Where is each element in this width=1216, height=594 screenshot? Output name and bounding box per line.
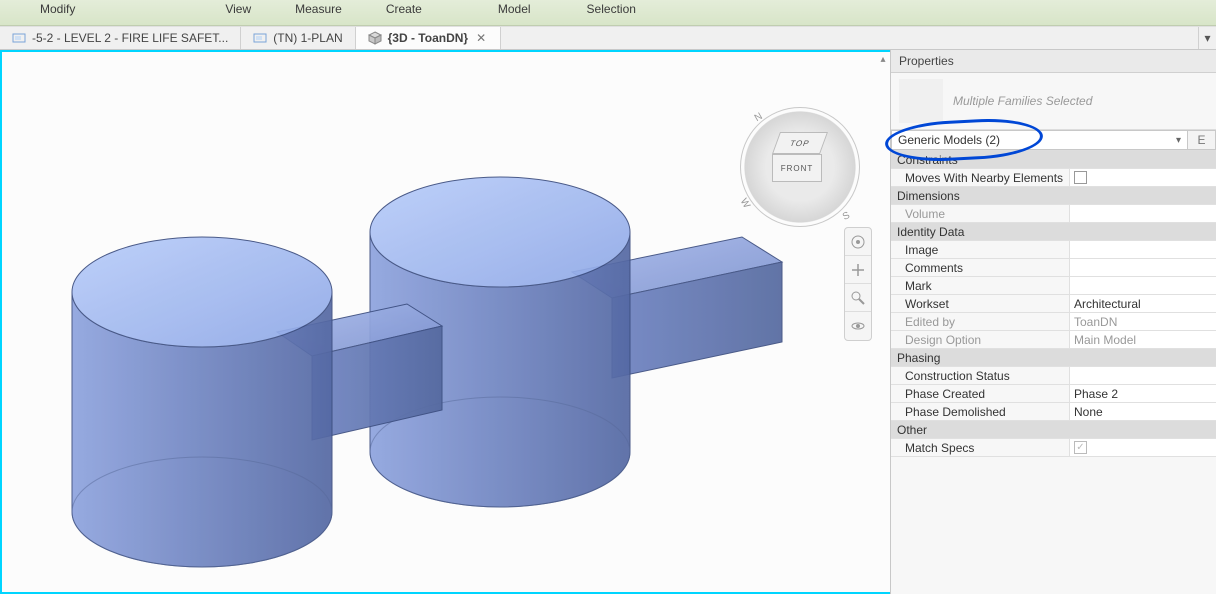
type-selector-label: Multiple Families Selected (953, 94, 1092, 108)
properties-filter-row: Generic Models (2) ▾ E (891, 129, 1216, 151)
viewcube[interactable]: N S W TOP FRONT (740, 107, 860, 227)
tab-label: {3D - ToanDN} (388, 31, 468, 45)
properties-table: Constraints Moves With Nearby Elements D… (891, 151, 1216, 594)
prop-moves-with-nearby[interactable]: Moves With Nearby Elements (891, 169, 1216, 187)
navigation-bar (844, 227, 872, 341)
properties-filter-select[interactable]: Generic Models (2) ▾ (891, 130, 1188, 150)
ribbon-panel-view[interactable]: View (215, 0, 261, 16)
checkbox[interactable] (1074, 171, 1087, 184)
viewcube-cube[interactable]: TOP FRONT (772, 132, 828, 182)
plan-view-icon (12, 31, 26, 45)
prop-design-option: Design Option Main Model (891, 331, 1216, 349)
prop-mark[interactable]: Mark (891, 277, 1216, 295)
group-dimensions[interactable]: Dimensions (891, 187, 1216, 205)
tab-label: (TN) 1-PLAN (273, 31, 342, 45)
nav-pan-icon[interactable] (845, 256, 871, 284)
document-tabstrip: -5-2 - LEVEL 2 - FIRE LIFE SAFET... (TN)… (0, 26, 1216, 50)
group-phasing[interactable]: Phasing (891, 349, 1216, 367)
prop-construction-status[interactable]: Construction Status (891, 367, 1216, 385)
tab-3d-toandn[interactable]: {3D - ToanDN} ✕ (356, 27, 502, 49)
ribbon-panel-modify[interactable]: Modify (30, 0, 85, 16)
prop-edited-by: Edited by ToanDN (891, 313, 1216, 331)
prop-phase-demolished[interactable]: Phase Demolished None (891, 403, 1216, 421)
prop-workset[interactable]: Workset Architectural (891, 295, 1216, 313)
ribbon-panel-model[interactable]: Model (488, 0, 541, 16)
canvas-vertical-scrollbar[interactable]: ▴ (876, 52, 890, 592)
ribbon: Modify View Measure Create Model Selecti… (0, 0, 1216, 26)
3d-model[interactable] (12, 62, 852, 594)
prop-volume: Volume (891, 205, 1216, 223)
type-thumbnail (899, 79, 943, 123)
filter-value: Generic Models (2) (898, 133, 1000, 147)
nav-orbit-icon[interactable] (845, 312, 871, 340)
tabs-overflow[interactable]: ▾ (1198, 27, 1216, 49)
tab-label: -5-2 - LEVEL 2 - FIRE LIFE SAFET... (32, 31, 228, 45)
prop-match-specs[interactable]: Match Specs ✓ (891, 439, 1216, 457)
3d-canvas[interactable]: N S W TOP FRONT ▴ (0, 50, 890, 594)
nav-zoom-icon[interactable] (845, 284, 871, 312)
3d-view-icon (368, 31, 382, 45)
group-identity-data[interactable]: Identity Data (891, 223, 1216, 241)
ribbon-panel-selection[interactable]: Selection (577, 0, 646, 16)
viewcube-face-front[interactable]: FRONT (772, 154, 822, 182)
prop-phase-created[interactable]: Phase Created Phase 2 (891, 385, 1216, 403)
checkbox[interactable]: ✓ (1074, 441, 1087, 454)
tab-level2-fire[interactable]: -5-2 - LEVEL 2 - FIRE LIFE SAFET... (0, 27, 241, 49)
viewcube-face-top[interactable]: TOP (772, 132, 828, 154)
ribbon-panel-create[interactable]: Create (376, 0, 432, 16)
ribbon-panel-measure[interactable]: Measure (285, 0, 352, 16)
nav-full-navwheel-icon[interactable] (845, 228, 871, 256)
edit-type-button[interactable]: E (1188, 130, 1216, 150)
plan-view-icon (253, 31, 267, 45)
tab-tn-1plan[interactable]: (TN) 1-PLAN (241, 27, 355, 49)
ribbon-group-model: Model Selection (488, 0, 646, 16)
scroll-up-icon[interactable]: ▴ (876, 52, 890, 68)
prop-image[interactable]: Image (891, 241, 1216, 259)
chevron-down-icon: ▾ (1176, 135, 1181, 146)
ribbon-group-measure: View Measure Create (215, 0, 432, 16)
compass-s: S (841, 210, 852, 223)
properties-title: Properties (891, 50, 1216, 73)
main-area: N S W TOP FRONT ▴ (0, 50, 1216, 594)
type-selector[interactable]: Multiple Families Selected (891, 73, 1216, 129)
group-constraints[interactable]: Constraints (891, 151, 1216, 169)
close-icon[interactable]: ✕ (474, 31, 488, 45)
group-other[interactable]: Other (891, 421, 1216, 439)
prop-comments[interactable]: Comments (891, 259, 1216, 277)
properties-panel: Properties Multiple Families Selected Ge… (890, 50, 1216, 594)
edit-type-icon: E (1197, 133, 1205, 147)
